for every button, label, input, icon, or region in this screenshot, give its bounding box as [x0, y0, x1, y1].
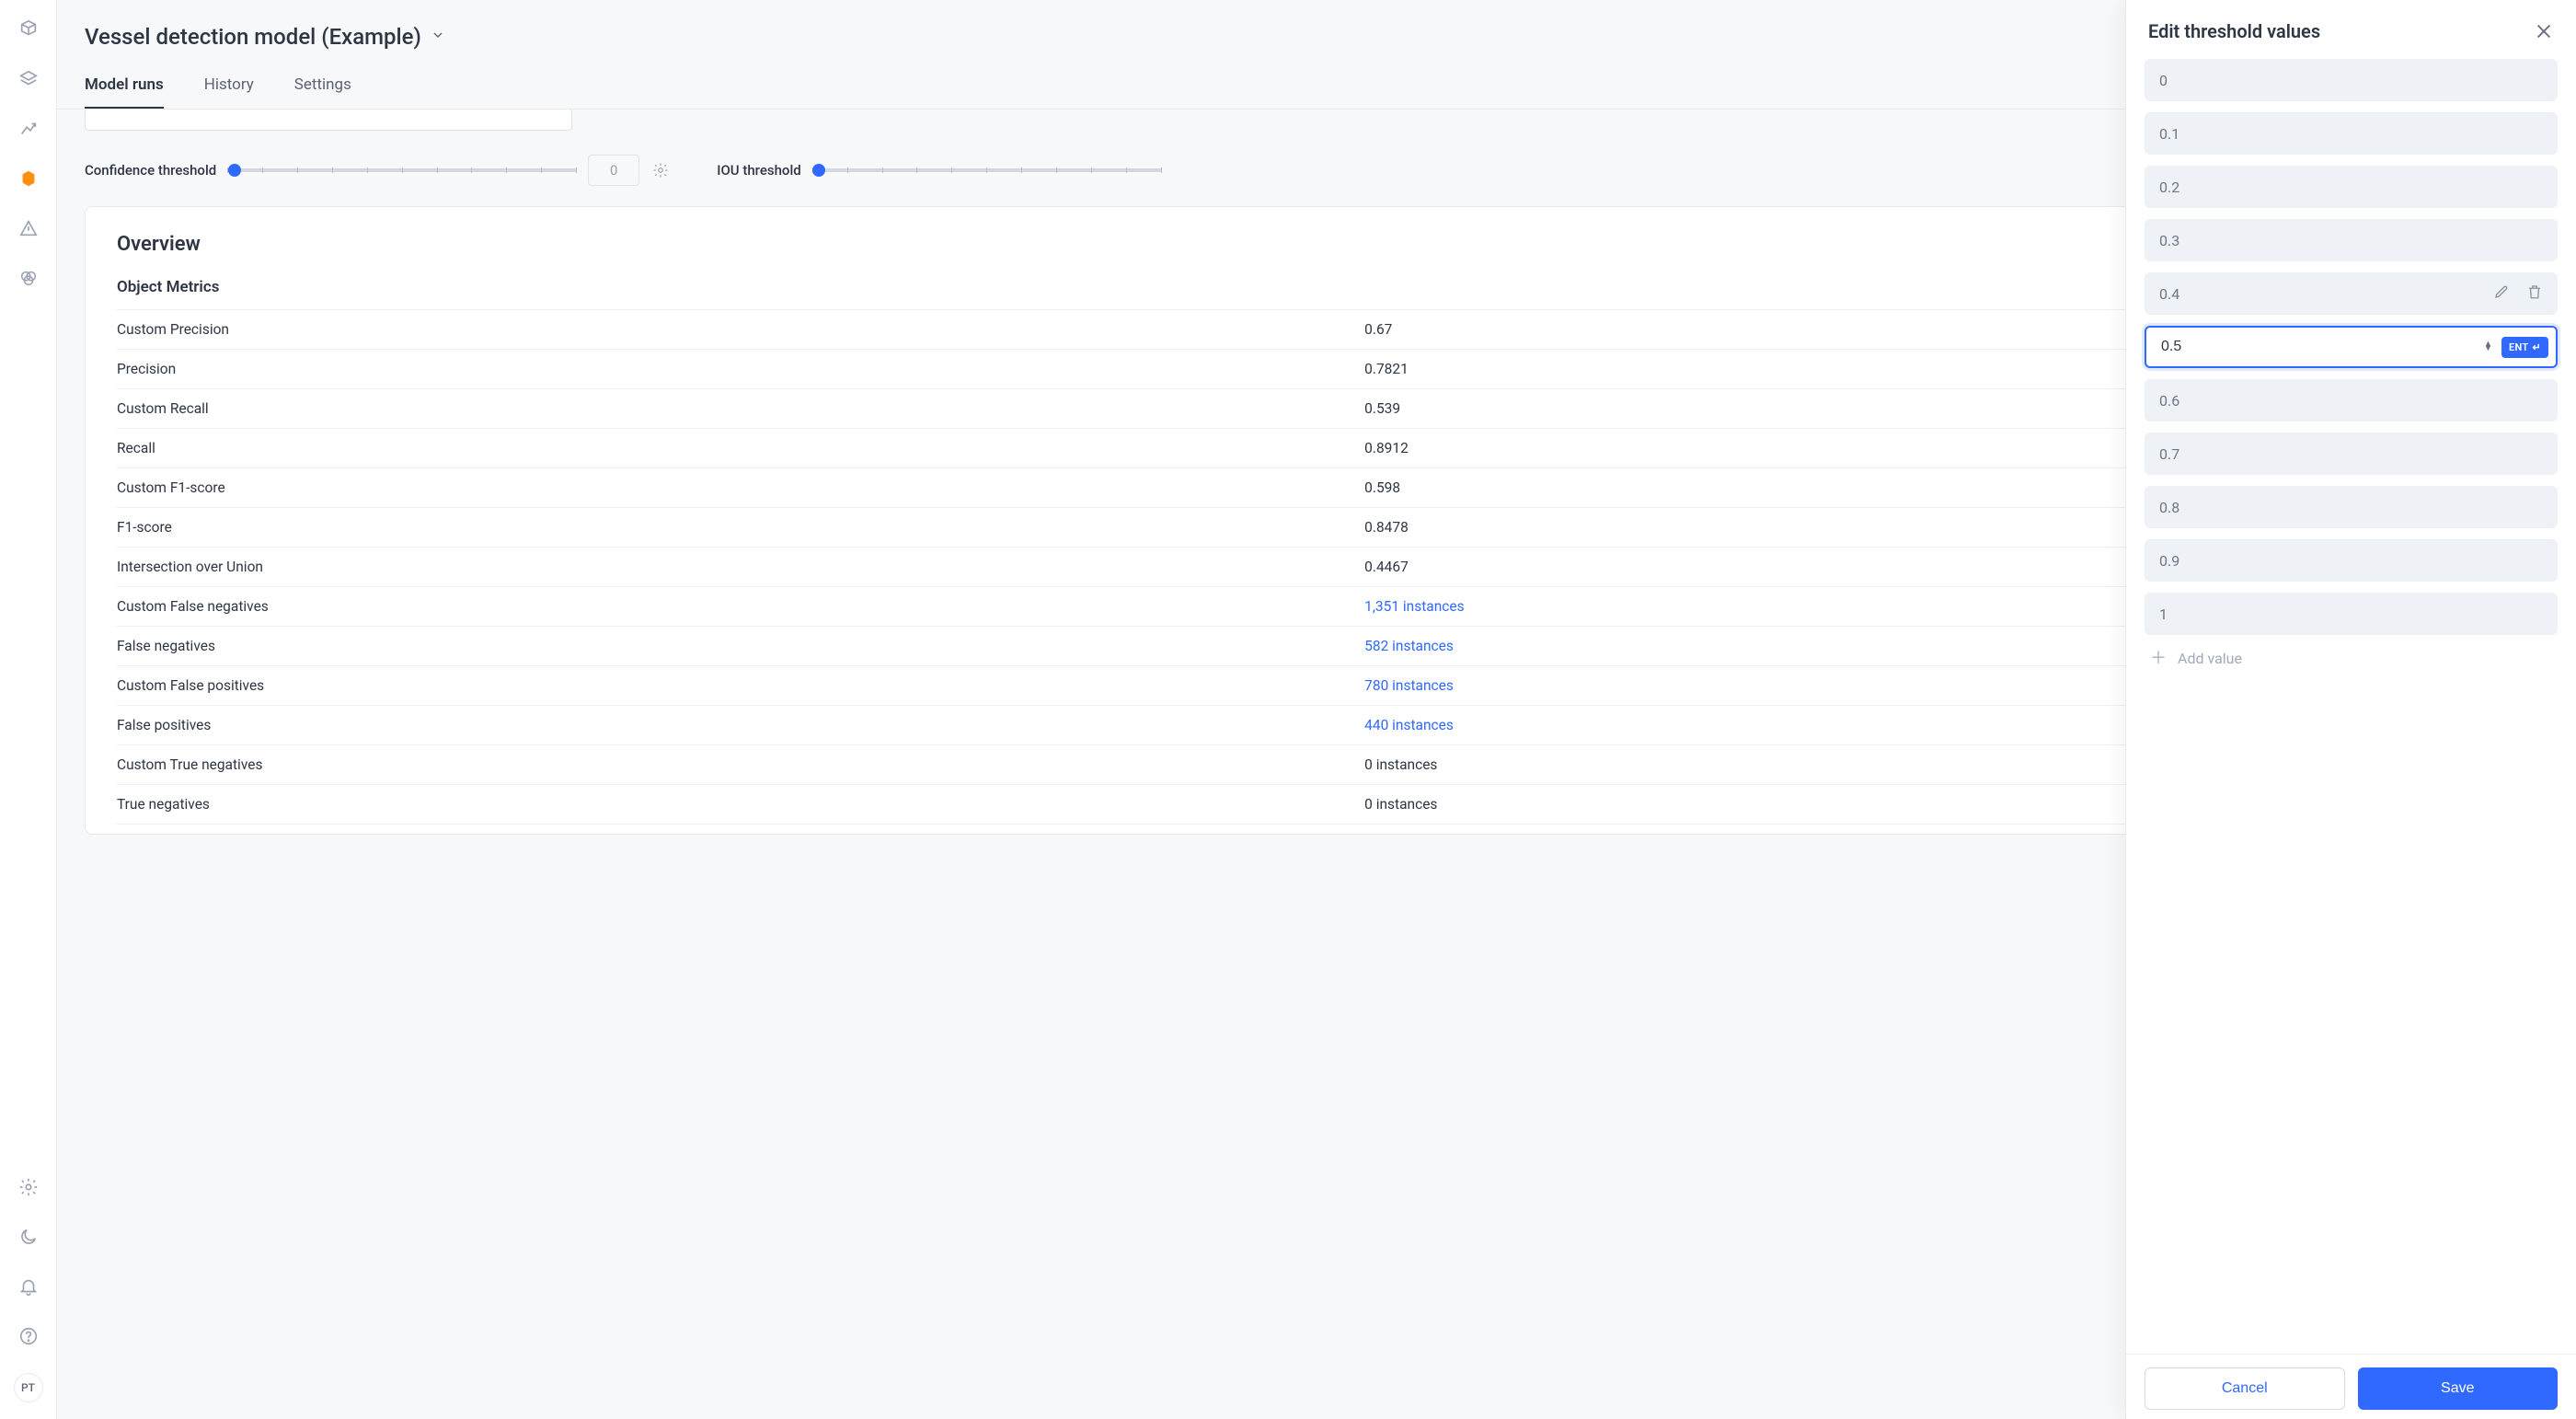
threshold-value-row[interactable]: 1 — [2145, 593, 2558, 635]
close-icon[interactable] — [2534, 21, 2554, 41]
confidence-threshold-settings-button[interactable] — [650, 160, 671, 180]
threshold-value-text: 0.7 — [2159, 445, 2179, 463]
threshold-value-text: 0.3 — [2159, 232, 2179, 249]
metric-label: False positives — [117, 706, 1364, 745]
edit-icon[interactable] — [2493, 283, 2510, 304]
metric-link[interactable]: 440 instances — [1364, 717, 1454, 733]
metric-label: False negatives — [117, 627, 1364, 666]
threshold-value-row[interactable]: 0.3 — [2145, 219, 2558, 261]
metric-label: Recall — [117, 429, 1364, 468]
metric-label: Custom F1-score — [117, 468, 1364, 508]
confidence-threshold-value[interactable]: 0 — [588, 155, 639, 186]
sidebar: PT — [0, 0, 57, 1419]
search-input[interactable] — [85, 110, 572, 131]
threshold-value-row[interactable]: 0.6 — [2145, 379, 2558, 421]
settings-icon[interactable] — [16, 1174, 41, 1200]
metric-label: Precision — [117, 350, 1364, 389]
tab-model-runs[interactable]: Model runs — [85, 75, 164, 109]
threshold-value-row[interactable]: 0 — [2145, 59, 2558, 101]
threshold-value-text: 0.4 — [2159, 285, 2179, 303]
add-value-button[interactable]: ＋Add value — [2145, 646, 2558, 686]
help-icon[interactable] — [16, 1323, 41, 1349]
threshold-value-text: 0.8 — [2159, 499, 2179, 516]
project-title: Vessel detection model (Example) — [85, 24, 421, 50]
threshold-value-input[interactable] — [2161, 339, 2484, 355]
threshold-value-text: 0.2 — [2159, 179, 2179, 196]
metric-label: Custom Precision — [117, 310, 1364, 350]
metric-label: Custom Recall — [117, 389, 1364, 429]
threshold-value-text: 0.6 — [2159, 392, 2179, 410]
threshold-value-text: 0.9 — [2159, 552, 2179, 570]
metric-label: Custom False positives — [117, 666, 1364, 706]
metric-label: Custom False negatives — [117, 587, 1364, 627]
threshold-value-row[interactable]: 0.8 — [2145, 486, 2558, 528]
metric-label: Custom True negatives — [117, 745, 1364, 785]
threshold-value-text: 1 — [2159, 606, 2168, 623]
threshold-value-row[interactable]: ▲▼ ENT↵ — [2145, 326, 2558, 368]
confidence-threshold-label: Confidence threshold — [85, 162, 216, 179]
plus-icon: ＋ — [2150, 651, 2167, 667]
confidence-threshold-slider[interactable] — [227, 168, 577, 172]
threshold-value-row[interactable]: 0.4 — [2145, 272, 2558, 315]
metric-link[interactable]: 1,351 instances — [1364, 598, 1464, 615]
threshold-value-text: 0.1 — [2159, 125, 2179, 143]
nav-warning-icon[interactable] — [16, 215, 41, 241]
tab-history[interactable]: History — [204, 75, 254, 109]
nav-layers-icon[interactable] — [16, 66, 41, 92]
save-button[interactable]: Save — [2358, 1367, 2559, 1410]
theme-moon-icon[interactable] — [16, 1224, 41, 1250]
notifications-icon[interactable] — [16, 1274, 41, 1299]
delete-icon[interactable] — [2526, 283, 2543, 304]
chevron-down-icon — [431, 28, 445, 46]
threshold-value-row[interactable]: 0.2 — [2145, 166, 2558, 208]
metric-link[interactable]: 780 instances — [1364, 677, 1454, 694]
threshold-value-row[interactable]: 0.1 — [2145, 112, 2558, 155]
metric-label: F1-score — [117, 508, 1364, 548]
iou-threshold-label: IOU threshold — [717, 162, 801, 179]
stepper-icon[interactable]: ▲▼ — [2484, 342, 2492, 352]
nav-venn-icon[interactable] — [16, 265, 41, 291]
metric-link[interactable]: 582 instances — [1364, 638, 1454, 654]
tab-settings[interactable]: Settings — [294, 75, 351, 109]
nav-active-icon[interactable] — [16, 166, 41, 191]
cancel-button[interactable]: Cancel — [2145, 1367, 2345, 1410]
panel-title: Edit threshold values — [2148, 20, 2320, 42]
logo-icon[interactable] — [16, 17, 41, 42]
nav-chart-icon[interactable] — [16, 116, 41, 142]
iou-threshold-slider[interactable] — [812, 168, 1162, 172]
threshold-values-list: 0 0.1 0.2 0.3 0.4 ▲▼ ENT↵ 0.6 0.7 0.8 0.9 1 ＋Add va… — [2126, 59, 2576, 1354]
user-avatar[interactable]: PT — [14, 1373, 43, 1402]
threshold-value-text: 0 — [2159, 72, 2168, 89]
threshold-value-row[interactable]: 0.9 — [2145, 539, 2558, 582]
edit-threshold-panel: Edit threshold values 0 0.1 0.2 0.3 0.4 ▲▼ EN… — [2125, 0, 2576, 1419]
enter-key-hint[interactable]: ENT↵ — [2501, 337, 2548, 358]
threshold-value-row[interactable]: 0.7 — [2145, 433, 2558, 475]
metric-label: Intersection over Union — [117, 548, 1364, 587]
metric-label: True negatives — [117, 785, 1364, 825]
